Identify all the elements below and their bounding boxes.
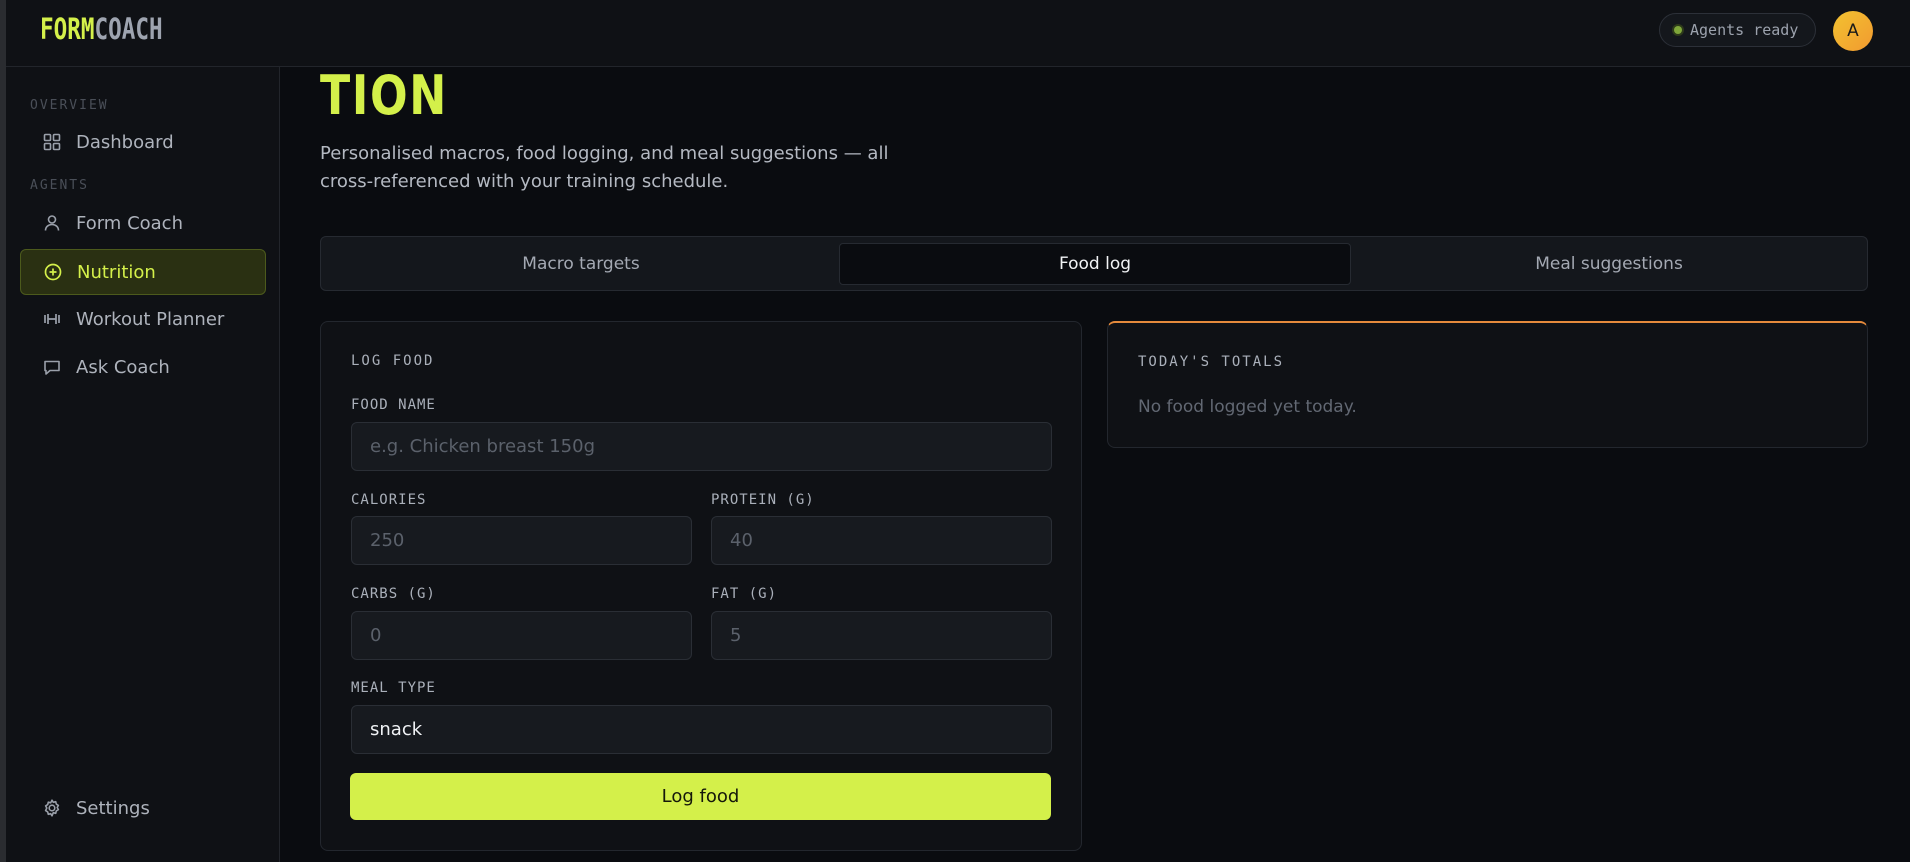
- protein-input[interactable]: [711, 516, 1052, 565]
- food-name-input[interactable]: [351, 422, 1052, 471]
- meal-type-label: MEAL TYPE: [351, 680, 436, 696]
- sidebar-item-label: Dashboard: [76, 131, 174, 153]
- page-title: TION: [320, 64, 448, 127]
- protein-label: PROTEIN (G): [711, 492, 815, 508]
- gear-icon: [44, 799, 60, 817]
- logo-part-coach: COACH: [94, 12, 163, 46]
- carbs-input[interactable]: [351, 611, 692, 660]
- sidebar: OVERVIEW Dashboard AGENTS Form Coach Nut…: [6, 67, 280, 862]
- log-food-card: LOG FOOD FOOD NAME CALORIES PROTEIN (G) …: [320, 321, 1082, 851]
- dumbbell-icon: [44, 314, 60, 324]
- sidebar-item-ask-coach[interactable]: Ask Coach: [20, 344, 266, 390]
- sidebar-item-nutrition[interactable]: Nutrition: [20, 249, 266, 295]
- status-text: Agents ready: [1690, 21, 1799, 39]
- sidebar-section-overview: OVERVIEW: [30, 98, 109, 113]
- app-logo[interactable]: FORMCOACH: [40, 12, 163, 46]
- fat-input[interactable]: [711, 611, 1052, 660]
- log-food-title: LOG FOOD: [351, 353, 435, 369]
- calories-label: CALORIES: [351, 492, 427, 508]
- agents-status-badge: Agents ready: [1659, 13, 1816, 47]
- sidebar-item-workout-planner[interactable]: Workout Planner: [20, 296, 266, 342]
- logo-part-form: FORM: [40, 12, 95, 46]
- sidebar-item-label: Form Coach: [76, 212, 183, 234]
- sidebar-item-label: Settings: [76, 797, 150, 819]
- status-dot-icon: [1674, 26, 1682, 34]
- todays-totals-card: TODAY'S TOTALS No food logged yet today.: [1107, 321, 1868, 448]
- user-icon: [44, 215, 60, 231]
- sidebar-section-agents: AGENTS: [30, 178, 89, 193]
- top-bar: FORMCOACH Agents ready A: [6, 0, 1910, 67]
- calories-input[interactable]: [351, 516, 692, 565]
- meal-type-value: snack: [370, 719, 423, 740]
- todays-totals-title: TODAY'S TOTALS: [1138, 354, 1285, 370]
- plus-circle-icon: [44, 263, 62, 281]
- tab-bar: Macro targets Food log Meal suggestions: [320, 236, 1868, 291]
- sidebar-item-dashboard[interactable]: Dashboard: [20, 119, 266, 165]
- sidebar-item-label: Nutrition: [77, 261, 156, 283]
- user-avatar[interactable]: A: [1833, 11, 1873, 51]
- carbs-label: CARBS (G): [351, 586, 436, 602]
- sidebar-item-settings[interactable]: Settings: [20, 785, 266, 831]
- sidebar-item-label: Ask Coach: [76, 356, 170, 378]
- tab-macro-targets[interactable]: Macro targets: [327, 243, 835, 285]
- grid-icon: [43, 133, 61, 151]
- fat-label: FAT (G): [711, 586, 778, 602]
- food-name-label: FOOD NAME: [351, 397, 436, 413]
- sidebar-item-label: Workout Planner: [76, 308, 225, 330]
- totals-empty-message: No food logged yet today.: [1138, 397, 1357, 417]
- log-food-button[interactable]: Log food: [350, 773, 1051, 820]
- page-description: Personalised macros, food logging, and m…: [320, 143, 889, 192]
- tab-food-log[interactable]: Food log: [839, 243, 1351, 285]
- tab-meal-suggestions[interactable]: Meal suggestions: [1355, 243, 1863, 285]
- chat-icon: [44, 360, 60, 375]
- sidebar-item-form-coach[interactable]: Form Coach: [20, 200, 266, 246]
- meal-type-select[interactable]: snack: [351, 705, 1052, 754]
